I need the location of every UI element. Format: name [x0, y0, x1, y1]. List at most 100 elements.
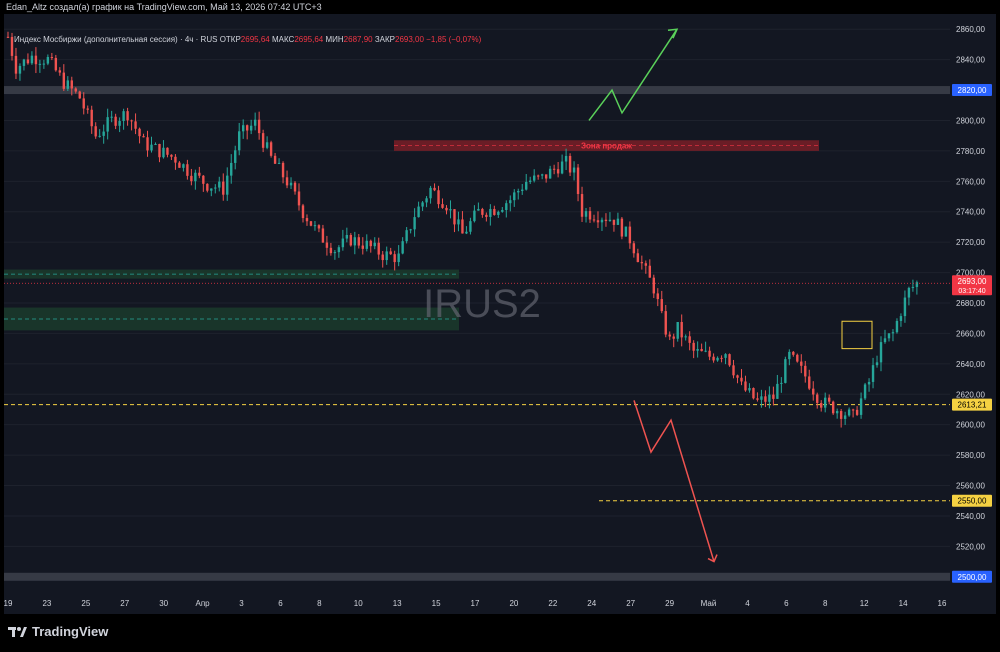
candle-body: [684, 336, 687, 338]
candle-body: [843, 415, 847, 419]
candle-body: [784, 359, 787, 383]
candle-body: [234, 150, 237, 163]
candle-body: [441, 204, 444, 208]
chart-frame[interactable]: 2860,00 2840,00 2820,00 2800,00 2780,00 2760,…: [4, 14, 996, 614]
candle-body: [851, 409, 855, 411]
candle-body: [895, 320, 899, 333]
candle-body: [704, 350, 707, 352]
candle-body: [166, 147, 169, 155]
candle-body: [325, 242, 329, 248]
candle-body: [820, 402, 823, 408]
candle-body: [863, 384, 867, 399]
candle-body: [401, 241, 404, 254]
candle-body: [106, 117, 109, 132]
candle-body: [732, 365, 735, 376]
high-label: МАКС: [271, 35, 295, 44]
candle-body: [580, 194, 584, 217]
candle-body: [241, 125, 245, 132]
tradingview-logo-icon: [8, 626, 27, 637]
candle-body: [317, 225, 321, 229]
candle-body: [134, 121, 137, 129]
y-tick-label: 2580,00: [956, 451, 985, 460]
close-label: ЗАКР: [374, 35, 395, 44]
candle-body: [114, 116, 117, 126]
candle-body: [421, 202, 424, 207]
change-value: −1,85 (−0,07%): [426, 35, 482, 44]
candle-body: [656, 293, 659, 300]
candle-body: [309, 221, 313, 226]
candle-body: [688, 336, 691, 343]
candle-body: [150, 144, 153, 151]
candle-body: [158, 143, 161, 158]
candle-body: [14, 55, 18, 74]
candle-body: [604, 219, 608, 222]
candle-body: [804, 365, 807, 377]
x-tick-label: 27: [120, 599, 129, 608]
candle-body: [676, 322, 679, 339]
candle-body: [644, 263, 648, 266]
x-tick-label: 27: [626, 599, 635, 608]
level-band: [4, 572, 950, 581]
candle-body: [82, 98, 85, 109]
y-tick-label: 2760,00: [956, 177, 985, 186]
candle-body: [86, 108, 89, 110]
candle-body: [30, 55, 34, 64]
candle-body: [74, 88, 77, 92]
candle-body: [433, 187, 436, 191]
candle-body: [66, 80, 69, 89]
candle-body: [584, 211, 588, 217]
candle-body: [497, 211, 500, 215]
candle-body: [816, 394, 819, 403]
candle-body: [98, 135, 101, 137]
candle-body: [70, 80, 73, 89]
tradingview-logo[interactable]: TradingView: [8, 624, 108, 639]
candle-body: [600, 219, 604, 223]
candle-body: [612, 219, 616, 225]
candle-body: [855, 409, 859, 415]
candle-body: [389, 251, 392, 255]
candle-body: [305, 218, 309, 222]
candle-body: [102, 131, 105, 136]
candle-body: [206, 183, 209, 191]
candle-body: [648, 265, 652, 278]
candle-body: [365, 240, 368, 249]
candle-body: [680, 322, 683, 338]
candle-body: [859, 398, 863, 415]
candle-body: [891, 332, 895, 334]
candle-body: [596, 220, 600, 223]
open-value: 2695,64: [240, 35, 270, 44]
candle-body: [409, 229, 412, 231]
candle-body: [824, 397, 827, 408]
y-tick-label: 2660,00: [956, 329, 985, 338]
candle-body: [230, 162, 233, 176]
y-tick-label: 2720,00: [956, 238, 985, 247]
candle-body: [620, 218, 624, 237]
watermark: IRUS2: [423, 282, 541, 326]
candle-body: [94, 126, 97, 137]
price-axis-background: [950, 14, 996, 614]
y-tick-label: 2680,00: [956, 299, 985, 308]
x-tick-label: 14: [899, 599, 908, 608]
price-chart[interactable]: 2860,00 2840,00 2820,00 2800,00 2780,00 2760,…: [4, 14, 996, 614]
candle-body: [361, 245, 364, 249]
candle-body: [385, 251, 388, 261]
candle-body: [293, 182, 297, 192]
candle-body: [277, 162, 281, 164]
candle-body: [50, 57, 54, 59]
y-tick-label: 2540,00: [956, 512, 985, 521]
level-tag-label: 2550,00: [958, 497, 987, 506]
candle-body: [760, 396, 763, 400]
candle-body: [624, 226, 628, 237]
candle-body: [198, 172, 201, 176]
candle-body: [10, 36, 14, 56]
candle-body: [457, 219, 460, 225]
candle-body: [808, 376, 811, 389]
candle-body: [875, 362, 879, 366]
candle-body: [489, 208, 492, 217]
candle-body: [289, 182, 293, 186]
x-tick-label: 20: [509, 599, 518, 608]
candle-body: [879, 342, 883, 363]
zone-label: Зона продаж: [581, 142, 632, 151]
candle-body: [18, 65, 22, 74]
y-tick-label: 2640,00: [956, 360, 985, 369]
